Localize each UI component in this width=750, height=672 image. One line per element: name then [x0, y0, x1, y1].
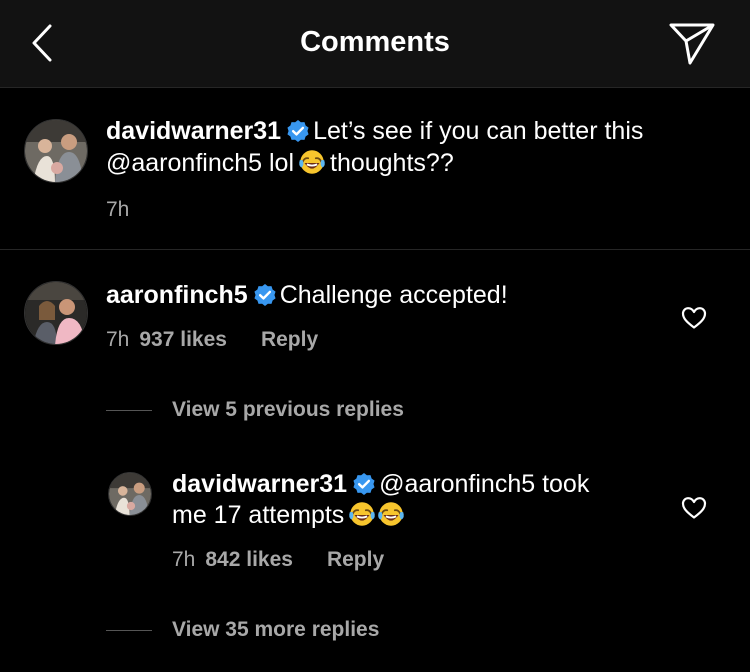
- reply-mention[interactable]: @aaronfinch5: [379, 470, 535, 498]
- reply-line-1: davidwarner31 @aaronfinch5 took: [172, 469, 589, 500]
- send-button[interactable]: [666, 20, 718, 68]
- view-previous-replies-label: View 5 previous replies: [172, 398, 404, 421]
- paper-plane-icon: [669, 23, 715, 65]
- reply-reply-button[interactable]: Reply: [327, 548, 384, 572]
- heart-icon: [681, 307, 707, 329]
- laughing-emoji-icon: [377, 501, 406, 527]
- verified-badge-icon: [287, 120, 310, 142]
- avatar[interactable]: [108, 472, 152, 516]
- reply-likes[interactable]: 842 likes: [205, 548, 293, 572]
- view-more-replies-label: View 35 more replies: [172, 618, 380, 641]
- laughing-emoji-icon: [298, 149, 326, 175]
- caption-text: Let’s see if you can better this: [313, 117, 644, 145]
- reply-username[interactable]: davidwarner31: [172, 470, 347, 498]
- caption-mention[interactable]: @aaronfinch5: [106, 149, 262, 177]
- view-previous-replies[interactable]: View 5 previous replies: [106, 398, 404, 422]
- divider-dash: [106, 409, 152, 411]
- avatar-photo: [25, 120, 87, 182]
- view-more-replies[interactable]: View 35 more replies: [106, 618, 379, 642]
- comment-text: Challenge accepted!: [279, 281, 508, 309]
- caption-thoughts: thoughts??: [330, 149, 454, 177]
- caption-username[interactable]: davidwarner31: [106, 117, 281, 145]
- divider-dash: [106, 629, 152, 631]
- comment-meta: 7h 937 likes Reply: [106, 328, 318, 352]
- header-bar: Comments: [0, 0, 750, 88]
- reply-text-1: took: [542, 470, 590, 498]
- verified-badge-icon: [253, 284, 276, 306]
- caption-meta: 7h: [106, 198, 129, 222]
- laughing-emoji-icon: [348, 501, 377, 527]
- like-button[interactable]: [679, 303, 709, 333]
- caption-line-1: davidwarner31 Let’s see if you can better…: [106, 116, 643, 147]
- caption-line-2: @aaronfinch5 lol thoughts??: [106, 148, 454, 179]
- comment-likes[interactable]: 937 likes: [139, 328, 227, 352]
- caption-time: 7h: [106, 198, 130, 221]
- avatar[interactable]: [24, 281, 88, 345]
- comment-username[interactable]: aaronfinch5: [106, 281, 248, 309]
- like-button[interactable]: [679, 493, 709, 523]
- page-title: Comments: [300, 26, 450, 58]
- caption-lol: lol: [268, 149, 294, 177]
- avatar[interactable]: [24, 119, 88, 183]
- heart-icon: [681, 497, 707, 519]
- avatar-photo: [109, 473, 151, 515]
- comment-reply-button[interactable]: Reply: [261, 328, 318, 352]
- verified-badge-icon: [353, 473, 376, 495]
- comment-line: aaronfinch5 Challenge accepted!: [106, 280, 508, 311]
- comment-time: 7h: [106, 328, 130, 351]
- reply-text-2: me 17 attempts: [172, 501, 345, 529]
- reply-line-2: me 17 attempts: [172, 500, 409, 531]
- caption-section: davidwarner31 Let’s see if you can better…: [0, 89, 750, 250]
- avatar-photo: [25, 282, 87, 344]
- reply-time: 7h: [172, 548, 196, 571]
- reply-meta: 7h 842 likes Reply: [172, 548, 384, 572]
